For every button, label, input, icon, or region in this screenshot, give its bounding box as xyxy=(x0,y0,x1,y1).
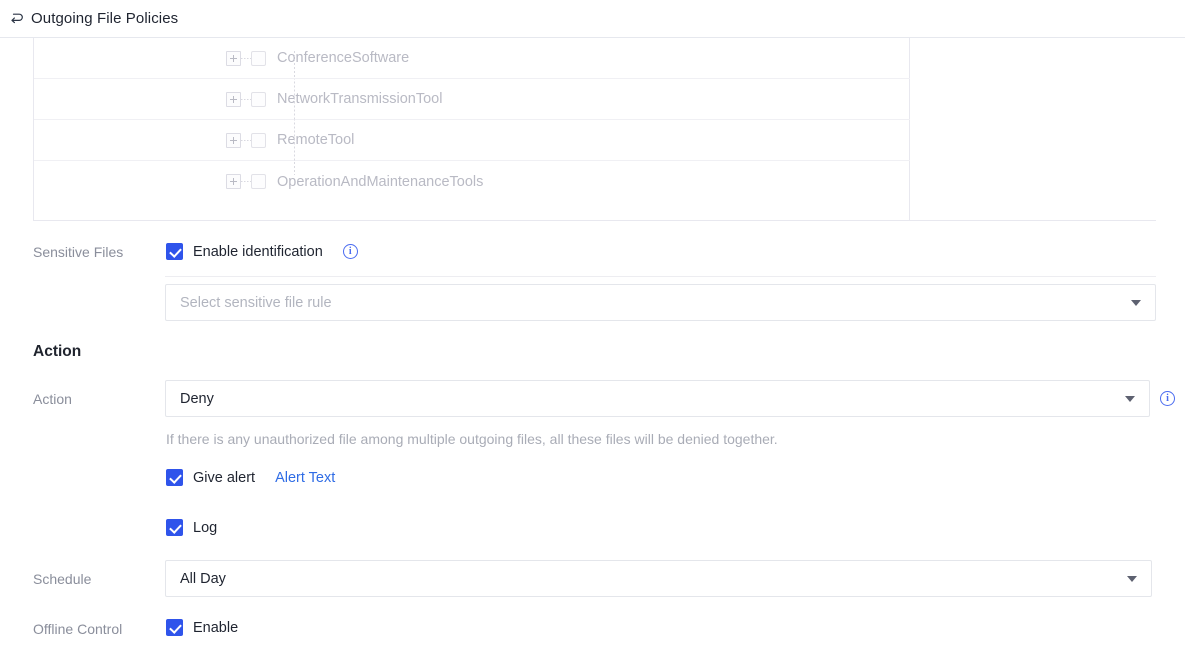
tree-connector-line xyxy=(294,120,295,161)
tree-connector-line xyxy=(294,161,295,175)
offline-control-enable-checkbox[interactable] xyxy=(166,619,183,636)
tree-connector-line xyxy=(294,79,295,120)
tree-dash-line xyxy=(241,57,251,59)
page-title: Outgoing File Policies xyxy=(31,10,179,27)
log-checkbox[interactable] xyxy=(166,519,183,536)
tree-item-checkbox[interactable] xyxy=(251,91,266,107)
enable-identification-checkbox[interactable] xyxy=(166,243,183,260)
chevron-down-icon xyxy=(1125,395,1135,402)
offline-control-enable-row: Enable xyxy=(166,619,238,636)
give-alert-checkbox[interactable] xyxy=(166,469,183,486)
tree-item-label: RemoteTool xyxy=(277,132,355,148)
schedule-select[interactable]: All Day xyxy=(165,560,1152,597)
plus-icon[interactable] xyxy=(226,132,241,148)
chevron-down-icon xyxy=(1131,299,1141,306)
sensitive-file-rule-select[interactable]: Select sensitive file rule xyxy=(165,284,1156,321)
sensitive-file-rule-value: Select sensitive file rule xyxy=(180,294,332,311)
chevron-down-icon xyxy=(1127,575,1137,582)
plus-icon[interactable] xyxy=(226,91,241,107)
tree-item-checkbox[interactable] xyxy=(251,174,266,189)
page-root: Outgoing File Policies ConferenceSoftwar… xyxy=(0,0,1185,667)
action-select[interactable]: Deny xyxy=(165,380,1150,417)
plus-icon[interactable] xyxy=(226,50,241,66)
enable-identification-row: Enable identification i xyxy=(166,243,358,260)
tree-item-label: OperationAndMaintenanceTools xyxy=(277,173,484,190)
alert-text-link[interactable]: Alert Text xyxy=(275,470,335,486)
plus-icon[interactable] xyxy=(226,174,241,189)
action-info-icon[interactable]: i xyxy=(1160,391,1175,406)
tree-item[interactable]: OperationAndMaintenanceTools xyxy=(34,161,910,202)
application-tree-rows: ConferenceSoftware NetworkTransmissionTo… xyxy=(34,38,910,202)
sensitive-files-label: Sensitive Files xyxy=(33,244,124,260)
action-section-title: Action xyxy=(33,343,82,360)
action-select-value: Deny xyxy=(180,390,214,407)
tree-item[interactable]: ConferenceSoftware xyxy=(34,38,910,79)
offline-control-enable-label: Enable xyxy=(193,619,239,636)
give-alert-label: Give alert xyxy=(193,469,256,486)
tree-item[interactable]: RemoteTool xyxy=(34,120,910,161)
action-help-text: If there is any unauthorized file among … xyxy=(166,431,778,447)
tree-item[interactable]: NetworkTransmissionTool xyxy=(34,79,910,120)
schedule-label: Schedule xyxy=(33,571,92,587)
give-alert-row: Give alert Alert Text xyxy=(166,469,335,486)
sensitive-files-divider xyxy=(165,276,1156,277)
page-header: Outgoing File Policies xyxy=(0,0,1185,38)
tree-item-checkbox[interactable] xyxy=(251,132,266,148)
tree-dash-line xyxy=(241,98,251,100)
application-tree-column: ConferenceSoftware NetworkTransmissionTo… xyxy=(34,38,910,220)
tree-connector-line xyxy=(294,51,295,79)
sensitive-files-info-icon[interactable]: i xyxy=(342,244,358,259)
tree-item-label: NetworkTransmissionTool xyxy=(277,91,443,107)
tree-item-checkbox[interactable] xyxy=(251,50,266,66)
log-label: Log xyxy=(193,519,218,536)
enable-identification-label: Enable identification xyxy=(193,243,323,260)
tree-dash-line xyxy=(241,181,251,182)
schedule-select-value: All Day xyxy=(180,570,226,587)
action-label: Action xyxy=(33,391,72,407)
tree-item-label: ConferenceSoftware xyxy=(277,50,410,66)
back-arrow-icon[interactable] xyxy=(8,10,26,28)
offline-control-label: Offline Control xyxy=(33,621,123,637)
log-row: Log xyxy=(166,519,217,536)
tree-dash-line xyxy=(241,139,251,141)
application-tree-panel: ConferenceSoftware NetworkTransmissionTo… xyxy=(33,38,1156,221)
